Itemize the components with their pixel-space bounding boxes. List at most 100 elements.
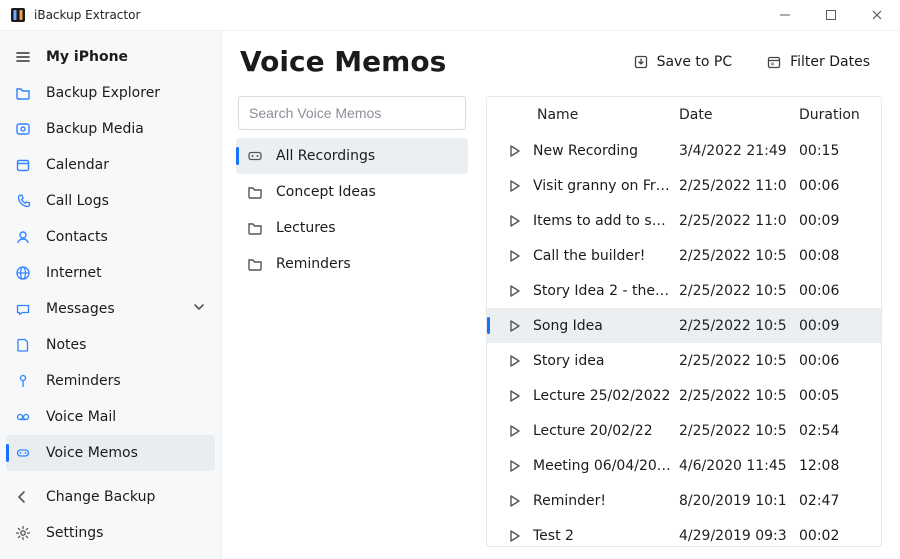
play-icon[interactable]: [497, 178, 533, 194]
sidebar-item-backup-media[interactable]: Backup Media: [6, 111, 215, 147]
folder-lectures[interactable]: Lectures: [236, 210, 468, 246]
filter-dates-button[interactable]: Filter Dates: [756, 48, 880, 76]
voicemail-icon: [14, 408, 32, 426]
back-icon: [14, 488, 32, 506]
contact-icon: [14, 228, 32, 246]
play-icon[interactable]: [497, 283, 533, 299]
play-icon[interactable]: [497, 423, 533, 439]
play-icon[interactable]: [497, 528, 533, 544]
save-label: Save to PC: [657, 54, 733, 70]
play-icon[interactable]: [497, 388, 533, 404]
sidebar-item-label: Internet: [46, 265, 102, 281]
sidebar-item-notes[interactable]: Notes: [6, 327, 215, 363]
recording-date: 2/25/2022 10:5: [679, 423, 799, 439]
play-icon[interactable]: [497, 353, 533, 369]
sidebar-item-internet[interactable]: Internet: [6, 255, 215, 291]
sidebar-item-label: Backup Explorer: [46, 85, 160, 101]
recording-duration: 00:08: [799, 248, 871, 264]
recording-name: Story idea: [533, 353, 679, 369]
sidebar-item-calendar[interactable]: Calendar: [6, 147, 215, 183]
folder-reminders[interactable]: Reminders: [236, 246, 468, 282]
column-duration[interactable]: Duration: [799, 107, 871, 123]
sidebar-item-label: Backup Media: [46, 121, 144, 137]
sidebar-item-label: Reminders: [46, 373, 121, 389]
play-icon[interactable]: [497, 458, 533, 474]
titlebar: iBackup Extractor: [0, 0, 900, 30]
recording-name: Call the builder!: [533, 248, 679, 264]
sidebar-item-messages[interactable]: Messages: [6, 291, 215, 327]
sidebar: My iPhone Backup Explorer Backup Media Cal…: [0, 31, 222, 559]
folder-all[interactable]: All Recordings: [236, 138, 468, 174]
app-title: iBackup Extractor: [34, 8, 140, 22]
recording-duration: 00:02: [799, 528, 871, 544]
sidebar-item-label: Messages: [46, 301, 115, 317]
recording-duration: 00:06: [799, 178, 871, 194]
recording-name: Lecture 25/02/2022: [533, 388, 679, 404]
recording-date: 4/29/2019 09:3: [679, 528, 799, 544]
recording-date: 2/25/2022 11:0: [679, 213, 799, 229]
media-icon: [14, 120, 32, 138]
recording-row[interactable]: Visit granny on Friday2/25/2022 11:000:0…: [487, 168, 881, 203]
window-maximize-button[interactable]: [808, 0, 854, 30]
sidebar-item-label: Voice Mail: [46, 409, 116, 425]
column-date[interactable]: Date: [679, 107, 799, 123]
main: Voice Memos Save to PC Filter Dates All …: [222, 31, 900, 559]
sidebar-item-label: Voice Memos: [46, 445, 138, 461]
table-header: Name Date Duration: [487, 97, 881, 133]
sidebar-item-contacts[interactable]: Contacts: [6, 219, 215, 255]
recording-duration: 00:09: [799, 213, 871, 229]
recording-row[interactable]: Test 24/29/2019 09:300:02: [487, 518, 881, 546]
window-close-button[interactable]: [854, 0, 900, 30]
recording-row[interactable]: Lecture 25/02/20222/25/2022 10:500:05: [487, 378, 881, 413]
tape-icon: [246, 147, 264, 165]
search-input[interactable]: [238, 96, 466, 130]
play-icon[interactable]: [497, 143, 533, 159]
sidebar-item-voice-memos[interactable]: Voice Memos: [6, 435, 215, 471]
recording-date: 4/6/2020 11:45: [679, 458, 799, 474]
recordings-scroll[interactable]: Name Date Duration New Recording3/4/2022…: [487, 97, 881, 546]
folder-label: Reminders: [276, 256, 351, 272]
play-icon[interactable]: [497, 318, 533, 334]
recording-row[interactable]: Song Idea2/25/2022 10:500:09: [487, 308, 881, 343]
recording-row[interactable]: Call the builder!2/25/2022 10:500:08: [487, 238, 881, 273]
window-minimize-button[interactable]: [762, 0, 808, 30]
play-icon[interactable]: [497, 213, 533, 229]
recording-name: Lecture 20/02/22: [533, 423, 679, 439]
sidebar-footer-change-backup[interactable]: Change Backup: [6, 479, 215, 515]
recording-name: Song Idea: [533, 318, 679, 334]
sidebar-item-reminders[interactable]: Reminders: [6, 363, 215, 399]
column-name[interactable]: Name: [533, 107, 679, 123]
globe-icon: [14, 264, 32, 282]
recording-row[interactable]: Lecture 20/02/222/25/2022 10:502:54: [487, 413, 881, 448]
recording-date: 2/25/2022 10:5: [679, 353, 799, 369]
sidebar-item-voice-mail[interactable]: Voice Mail: [6, 399, 215, 435]
recording-name: Visit granny on Friday: [533, 178, 679, 194]
play-icon[interactable]: [497, 493, 533, 509]
recording-date: 3/4/2022 21:49: [679, 143, 799, 159]
recording-row[interactable]: Items to add to shopping list2/25/2022 1…: [487, 203, 881, 238]
sidebar-item-backup-explorer[interactable]: Backup Explorer: [6, 75, 215, 111]
recording-row[interactable]: Reminder!8/20/2019 10:102:47: [487, 483, 881, 518]
sidebar-item-label: Contacts: [46, 229, 108, 245]
sidebar-item-call-logs[interactable]: Call Logs: [6, 183, 215, 219]
filter-label: Filter Dates: [790, 54, 870, 70]
recording-date: 2/25/2022 10:5: [679, 248, 799, 264]
recording-date: 8/20/2019 10:1: [679, 493, 799, 509]
folder-concept[interactable]: Concept Ideas: [236, 174, 468, 210]
recording-duration: 00:06: [799, 283, 871, 299]
recording-row[interactable]: New Recording3/4/2022 21:4900:15: [487, 133, 881, 168]
recording-duration: 02:47: [799, 493, 871, 509]
sidebar-device-header[interactable]: My iPhone: [6, 39, 215, 75]
save-to-pc-button[interactable]: Save to PC: [623, 48, 743, 76]
recording-row[interactable]: Meeting 06/04/20204/6/2020 11:4512:08: [487, 448, 881, 483]
sidebar-footer-settings[interactable]: Settings: [6, 515, 215, 551]
recording-row[interactable]: Story Idea 2 - the return of the2/25/202…: [487, 273, 881, 308]
play-icon[interactable]: [497, 248, 533, 264]
recording-name: Items to add to shopping list: [533, 213, 679, 229]
recording-date: 2/25/2022 10:5: [679, 388, 799, 404]
sidebar-footer-label: Settings: [46, 525, 103, 541]
note-icon: [14, 336, 32, 354]
recording-date: 2/25/2022 10:5: [679, 318, 799, 334]
recording-row[interactable]: Story idea2/25/2022 10:500:06: [487, 343, 881, 378]
recording-name: Story Idea 2 - the return of the: [533, 283, 679, 299]
